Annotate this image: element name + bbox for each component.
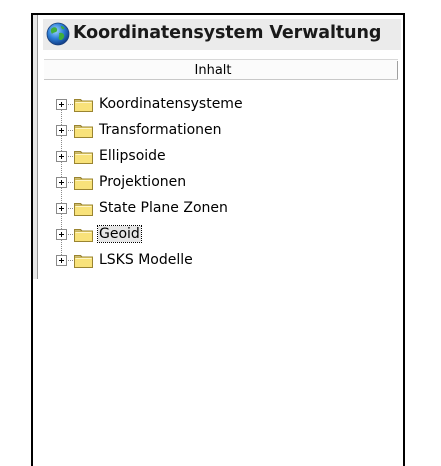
tree-item[interactable]: Projektionen [55, 173, 375, 192]
tree-branch-line [68, 104, 73, 105]
tree-item[interactable]: Ellipsoide [55, 147, 375, 166]
expand-plus-icon[interactable] [56, 229, 67, 240]
tree-item-label[interactable]: Geoid [97, 225, 142, 243]
coordinate-system-manager-panel: Koordinatensystem Verwaltung Inhalt Koor… [31, 13, 405, 466]
folder-icon [74, 123, 93, 138]
tree-item[interactable]: Transformationen [55, 121, 375, 140]
tree-item-label[interactable]: Transformationen [98, 122, 223, 138]
tree-item[interactable]: Geoid [55, 225, 375, 244]
tree-branch-line [68, 260, 73, 261]
folder-icon [74, 227, 93, 242]
tree-branch-line [68, 182, 73, 183]
tree-item-label[interactable]: LSKS Modelle [98, 252, 194, 268]
window-title: Koordinatensystem Verwaltung [73, 23, 382, 43]
expand-plus-icon[interactable] [56, 177, 67, 188]
folder-icon [74, 149, 93, 164]
tree-item-label[interactable]: Koordinatensysteme [98, 96, 244, 112]
expand-plus-icon[interactable] [56, 99, 67, 110]
expand-plus-icon[interactable] [56, 255, 67, 266]
title-bar[interactable]: Koordinatensystem Verwaltung [43, 19, 401, 50]
column-header-label: Inhalt [194, 63, 232, 78]
expand-plus-icon[interactable] [56, 203, 67, 214]
tree-item[interactable]: Koordinatensysteme [55, 95, 375, 114]
panel-edge-rail [33, 15, 38, 279]
column-resize-handle[interactable] [397, 61, 398, 79]
column-header-inhalt[interactable]: Inhalt [44, 59, 398, 80]
tree-item-label[interactable]: Projektionen [98, 174, 187, 190]
tree-branch-line [68, 208, 73, 209]
tree-item[interactable]: LSKS Modelle [55, 251, 375, 270]
tree-item-label[interactable]: State Plane Zonen [98, 200, 229, 216]
tree-item-label[interactable]: Ellipsoide [98, 148, 167, 164]
folder-icon [74, 201, 93, 216]
tree-item[interactable]: State Plane Zonen [55, 199, 375, 218]
folder-icon [74, 175, 93, 190]
globe-icon [46, 22, 70, 46]
tree-branch-line [68, 130, 73, 131]
expand-plus-icon[interactable] [56, 151, 67, 162]
tree-branch-line [68, 156, 73, 157]
folder-icon [74, 97, 93, 112]
expand-plus-icon[interactable] [56, 125, 67, 136]
tree-branch-line [68, 234, 73, 235]
folder-icon [74, 253, 93, 268]
